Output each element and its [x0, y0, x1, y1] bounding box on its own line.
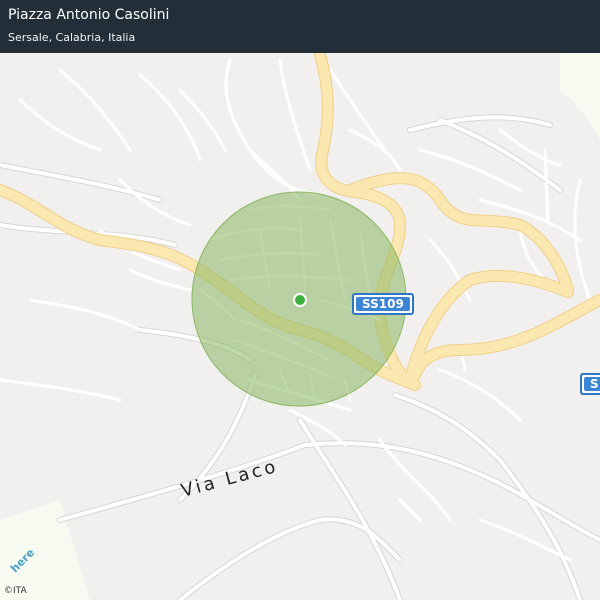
road-shield-ss109: SS109: [352, 293, 414, 315]
road-shield-partial-label: S: [584, 377, 600, 391]
road-shield-partial: S: [580, 373, 600, 395]
place-header: Piazza Antonio Casolini Sersale, Calabri…: [0, 0, 600, 53]
map-copyright: ©ITA: [4, 586, 27, 596]
map-canvas[interactable]: Via Laco: [0, 0, 600, 600]
location-marker-dot: [295, 295, 305, 305]
road-shield-label: SS109: [356, 297, 410, 311]
place-subtitle: Sersale, Calabria, Italia: [8, 31, 136, 44]
place-title: Piazza Antonio Casolini: [8, 7, 170, 23]
